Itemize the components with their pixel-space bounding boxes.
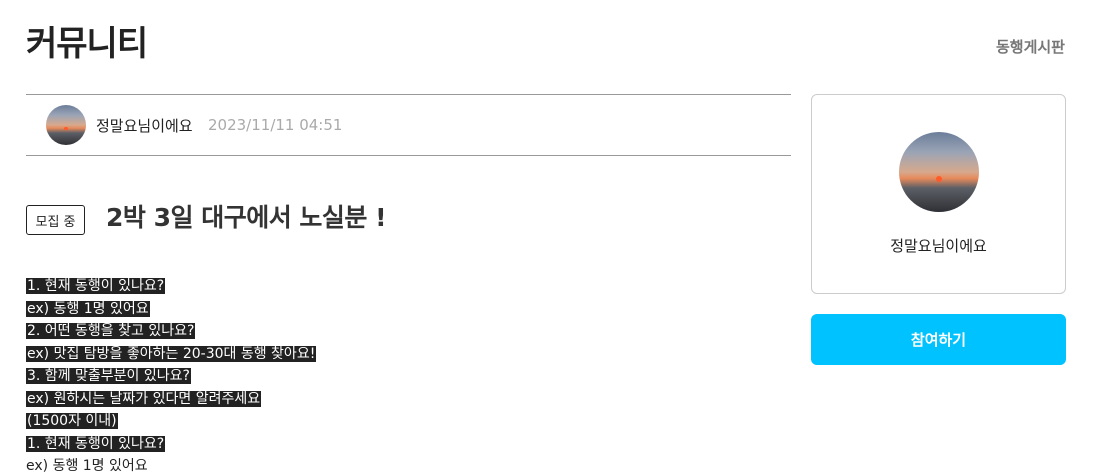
profile-name[interactable]: 정말요님이에요 bbox=[812, 235, 1065, 256]
sunset-image bbox=[64, 127, 68, 131]
body-line-text: ex) 원하시는 날짜가 있다면 알려주세요 bbox=[26, 390, 262, 407]
body-line-text: 1. 현재 동행이 있나요? bbox=[26, 435, 166, 452]
body-line: ex) 동행 1명 있어요 bbox=[26, 455, 791, 473]
body-line-text: ex) 맛집 탐방을 좋아하는 20-30대 동행 찾아요! bbox=[26, 345, 317, 362]
body-line-text: 3. 함께 맞출부분이 있나요? bbox=[26, 368, 191, 384]
profile-card: 정말요님이에요 bbox=[811, 94, 1066, 294]
author-name[interactable]: 정말요님이에요 bbox=[96, 115, 193, 136]
breadcrumb[interactable]: 동행게시판 bbox=[996, 36, 1065, 57]
avatar[interactable] bbox=[46, 105, 86, 145]
body-line: ex) 원하시는 날짜가 있다면 알려주세요 bbox=[26, 388, 791, 411]
sunset-image bbox=[935, 176, 943, 183]
author-bar: 정말요님이에요 2023/11/11 04:51 bbox=[26, 94, 791, 156]
body-line: 1. 현재 동행이 있나요? bbox=[26, 275, 791, 298]
post-title: 2박 3일 대구에서 노실분 ! bbox=[106, 203, 387, 232]
body-line-text: ex) 동행 1명 있어요 bbox=[26, 300, 150, 317]
body-line: ex) 동행 1명 있어요 bbox=[26, 298, 791, 321]
body-line: 3. 함께 맞출부분이 있나요? bbox=[26, 365, 791, 388]
status-badge: 모집 중 bbox=[26, 205, 85, 235]
body-line-text: 2. 어떤 동행을 찾고 있나요? bbox=[26, 323, 196, 339]
page-title: 커뮤니티 bbox=[26, 24, 148, 64]
post-date: 2023/11/11 04:51 bbox=[208, 116, 343, 134]
body-line-text: (1500자 이내) bbox=[26, 413, 118, 429]
profile-avatar[interactable] bbox=[899, 132, 979, 212]
body-line: (1500자 이내) bbox=[26, 410, 791, 433]
join-button[interactable]: 참여하기 bbox=[811, 314, 1066, 365]
body-line-text: 1. 현재 동행이 있나요? bbox=[26, 278, 166, 294]
body-line: 2. 어떤 동행을 찾고 있나요? bbox=[26, 320, 791, 343]
body-line: ex) 맛집 탐방을 좋아하는 20-30대 동행 찾아요! bbox=[26, 343, 791, 366]
page: 커뮤니티 동행게시판 정말요님이에요 2023/11/11 04:51 모집 중… bbox=[0, 0, 1107, 473]
body-line-text: ex) 동행 1명 있어요 bbox=[26, 458, 148, 473]
post-body: 1. 현재 동행이 있나요? ex) 동행 1명 있어요 2. 어떤 동행을 찾고 … bbox=[26, 275, 791, 473]
body-line: 1. 현재 동행이 있나요? bbox=[26, 433, 791, 456]
